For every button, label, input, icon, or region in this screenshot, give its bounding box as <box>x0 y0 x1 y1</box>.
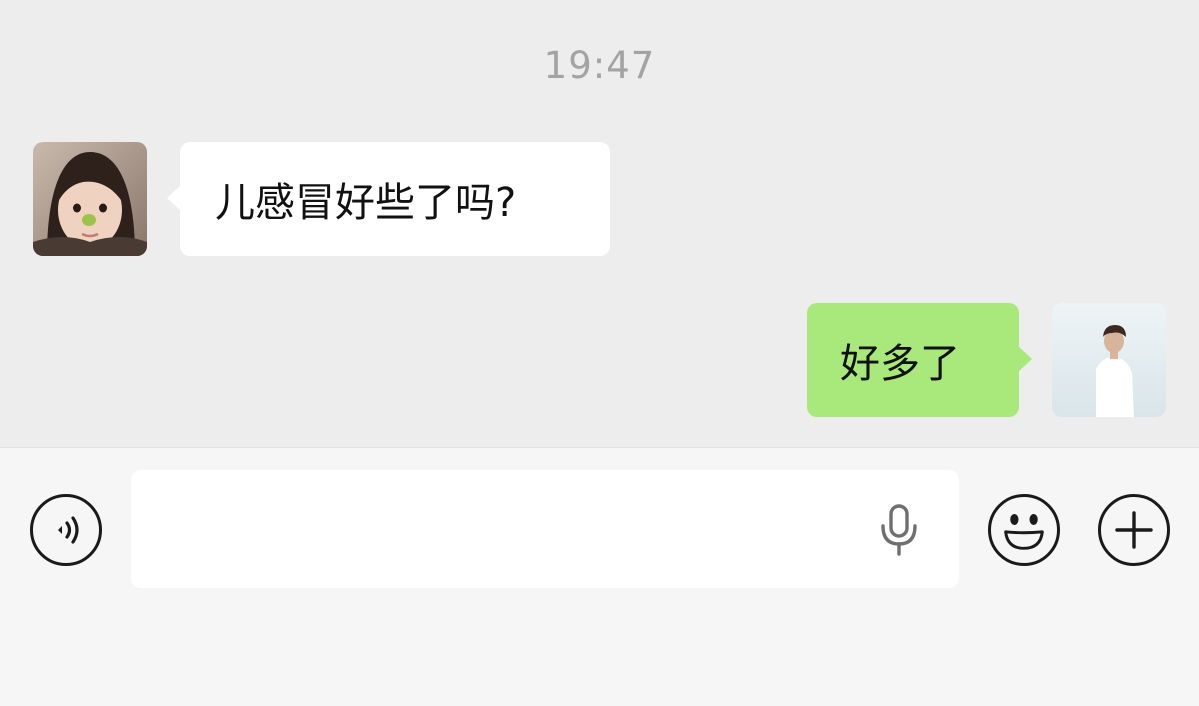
message-timestamp: 19:47 <box>543 44 656 87</box>
outgoing-message-bubble[interactable]: 好多了 <box>807 303 1032 417</box>
incoming-message-text: 儿感冒好些了吗? <box>215 180 517 226</box>
more-options-button[interactable] <box>1098 494 1170 566</box>
microphone-icon[interactable] <box>878 504 920 556</box>
input-bar <box>0 447 1199 706</box>
voice-icon <box>58 516 79 544</box>
plus-icon <box>1115 511 1153 549</box>
voice-input-button[interactable] <box>30 494 102 566</box>
chat-area[interactable]: 19:47 儿感冒好些了吗? 好多了 <box>0 0 1199 447</box>
incoming-message-bubble[interactable]: 儿感冒好些了吗? <box>167 142 610 256</box>
message-input-box[interactable] <box>131 470 959 590</box>
user-avatar[interactable] <box>1052 303 1166 417</box>
emoji-button[interactable] <box>988 494 1060 566</box>
message-input[interactable] <box>151 470 855 590</box>
outgoing-message-text: 好多了 <box>840 341 960 387</box>
emoji-icon <box>1004 513 1044 550</box>
contact-avatar[interactable] <box>33 142 147 256</box>
